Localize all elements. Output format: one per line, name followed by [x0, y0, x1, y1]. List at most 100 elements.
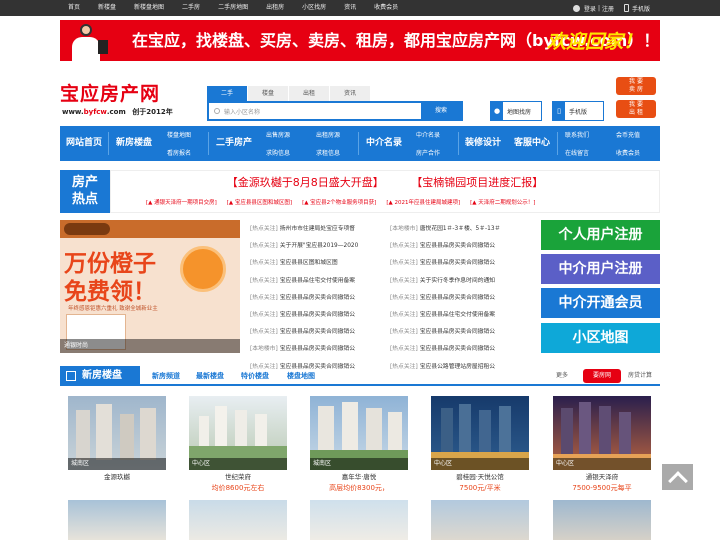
- nav-rent-listings[interactable]: 出租房源: [316, 130, 340, 139]
- nav-service[interactable]: 客服中心: [514, 126, 550, 161]
- news-tag: [热点关注]: [390, 346, 418, 353]
- listing-card[interactable]: 中心区 碧桂园·天悦公馆 7500元/平米: [431, 396, 529, 493]
- news-item[interactable]: [热点关注] 宝应县县品房买卖合同撤销公: [390, 324, 527, 341]
- listing-photo-partial[interactable]: [553, 500, 651, 540]
- hot-headline-2[interactable]: 【宝楠锦园项目进度汇报】: [411, 176, 543, 189]
- news-item[interactable]: [热点关注] 宝应县县区图和城区图: [250, 255, 387, 272]
- search-tab-newhouse[interactable]: 楼盘: [248, 86, 288, 101]
- section-tab-channel[interactable]: 新房频道: [152, 366, 180, 386]
- search-input[interactable]: 输入小区名称: [209, 103, 421, 119]
- news-item[interactable]: [热点关注] 宝应县县品住宅交付使用备案: [390, 307, 527, 324]
- site-logo[interactable]: 宝应房产网 www.byfcw.com 创于2012年: [60, 79, 195, 121]
- nav-rent-wanted[interactable]: 求租信息: [316, 148, 340, 157]
- listing-card[interactable]: 城南区 金源玖樾: [68, 396, 166, 483]
- mobile-link[interactable]: 手机版: [632, 4, 650, 13]
- register-link[interactable]: 注册: [602, 4, 614, 13]
- news-item[interactable]: [热点关注] 宝应县县品房买卖合同撤销公: [390, 290, 527, 307]
- news-item[interactable]: [本地楼市] 宝应县县品房买卖合同撤销公: [250, 341, 387, 358]
- agent-register-button[interactable]: 中介用户注册: [541, 254, 660, 284]
- nav-agent-coop[interactable]: 房产合作: [416, 148, 440, 157]
- listing-card[interactable]: 中心区 通银天泽府 7500-9500元每平: [553, 396, 651, 493]
- top-link-rent[interactable]: 出租房: [266, 0, 284, 16]
- top-link-newhouse[interactable]: 新楼盘: [98, 0, 116, 16]
- nav-home[interactable]: 网站首页: [66, 126, 102, 161]
- hot-sublink[interactable]: [▲ 宝应县2个物业服务项目获]: [302, 198, 376, 206]
- hot-sublink[interactable]: [▲ 通银天泽府一期项目交房]: [146, 198, 217, 206]
- listing-photo-partial[interactable]: [431, 500, 529, 540]
- search-button[interactable]: 搜索: [421, 103, 461, 119]
- agent-member-button[interactable]: 中介开通会员: [541, 288, 660, 318]
- nav-second-sale[interactable]: 出售房源: [266, 130, 290, 139]
- mortgage-calculator-link[interactable]: 房贷计算: [628, 366, 652, 386]
- listing-photo-partial[interactable]: [189, 500, 287, 540]
- top-link-second[interactable]: 二手房: [182, 0, 200, 16]
- news-item[interactable]: [热点关注] 宝应县县品房买卖合同撤销公: [390, 341, 527, 358]
- section-tab-map[interactable]: 楼盘地图: [287, 366, 315, 386]
- search-tab-second[interactable]: 二手: [207, 86, 247, 101]
- hot-headline-1[interactable]: 【金源玖樾于8月8日盛大开盘】: [227, 176, 384, 189]
- login-link[interactable]: 登录: [584, 4, 596, 13]
- personal-register-button[interactable]: 个人用户注册: [541, 220, 660, 250]
- mobile-version-button[interactable]: ▯ 手机版: [552, 101, 604, 121]
- news-item[interactable]: [热点关注] 宝应县县品房买卖合同撤销公: [390, 238, 527, 255]
- news-item[interactable]: [热点关注] 宝应县县品房买卖合同撤销公: [250, 324, 387, 341]
- nav-contact[interactable]: 联系我们: [565, 130, 589, 139]
- top-link-newhouse-map[interactable]: 新楼盘地图: [134, 0, 164, 16]
- search-tab-rent[interactable]: 出租: [289, 86, 329, 101]
- news-tag: [热点关注]: [250, 294, 278, 301]
- nav-newhouse-signup[interactable]: 看房报名: [167, 148, 191, 157]
- listing-photo-partial[interactable]: [68, 500, 166, 540]
- top-link-member[interactable]: 收费会员: [374, 0, 398, 16]
- nav-message[interactable]: 在线留言: [565, 148, 589, 157]
- nav-decor[interactable]: 装修设计: [465, 126, 501, 161]
- photo-building: [479, 410, 491, 452]
- news-item[interactable]: [热点关注] 宝应县县品房买卖合同撤销公: [250, 307, 387, 324]
- nav-newhouse-map[interactable]: 楼盘地图: [167, 130, 191, 139]
- top-banner[interactable]: 在宝应，找楼盘、买房、卖房、租房，都用宝应房产网（byfcw.com）！ 欢迎回…: [60, 20, 660, 61]
- search-area: 二手 楼盘 出租 资讯 输入小区名称 搜索: [207, 86, 463, 121]
- nav-second[interactable]: 二手房产: [216, 126, 252, 161]
- photo-building: [499, 406, 511, 452]
- promo-image[interactable]: 万份橙子 免费领！ 年终感恩钜惠六重礼 致谢全城新业主 通银时尚: [60, 220, 240, 353]
- hot-headlines: 【金源玖樾于8月8日盛大开盘】 【宝楠锦园项目进度汇报】: [110, 174, 660, 190]
- news-tag: [热点关注]: [390, 311, 418, 318]
- top-account: 登录 | 注册 手机版: [572, 0, 650, 16]
- section-tab-latest[interactable]: 最新楼盘: [196, 366, 224, 386]
- hot-sublink[interactable]: [▲ 宝应县县区图和城区图]: [227, 198, 292, 206]
- person-head: [80, 24, 92, 36]
- news-item[interactable]: [热点关注] 宝应县县品房买卖合同撤销公: [250, 290, 387, 307]
- nav-member[interactable]: 收费会员: [616, 148, 640, 157]
- listing-photo-partial[interactable]: [310, 500, 408, 540]
- news-item[interactable]: [热点关注] 关于开展"宝应县2019—2020: [250, 238, 387, 255]
- section-tab-special[interactable]: 特价楼盘: [241, 366, 269, 386]
- nav-newhouse[interactable]: 新房楼盘: [116, 126, 152, 161]
- nav-second-wanted[interactable]: 求购信息: [266, 148, 290, 157]
- section-more-link[interactable]: 更多: [556, 366, 568, 386]
- top-link-second-map[interactable]: 二手房地图: [218, 0, 248, 16]
- back-to-top-button[interactable]: [662, 464, 693, 490]
- search-tab-news[interactable]: 资讯: [330, 86, 370, 101]
- sell-house-button[interactable]: 我 要 卖 房: [616, 77, 656, 95]
- news-item[interactable]: [热点关注] 宝应县县品房买卖合同撤销公: [390, 255, 527, 272]
- hot-sublink[interactable]: [▲ 2021年应县住建局城建项]: [386, 198, 460, 206]
- nav-divider: [458, 132, 459, 155]
- listing-card[interactable]: 中心区 世纪荣府 均价8600元左右: [189, 396, 287, 493]
- top-link-community[interactable]: 小区找房: [302, 0, 326, 16]
- news-item[interactable]: [热点关注] 扬州市市住建局处宝应专项督: [250, 221, 387, 238]
- top-link-home[interactable]: 首页: [68, 0, 80, 16]
- nav-recharge[interactable]: 会币充值: [616, 130, 640, 139]
- top-link-news[interactable]: 资讯: [344, 0, 356, 16]
- news-item[interactable]: [热点关注] 宝应县县品住宅交付使用备案: [250, 273, 387, 290]
- map-search-button[interactable]: ● 地图找房: [490, 101, 542, 121]
- phone-icon: [623, 4, 629, 12]
- community-map-button[interactable]: 小区地图: [541, 323, 660, 353]
- news-item[interactable]: [热点关注] 关于实行冬季作息时间的通知: [390, 273, 527, 290]
- nav-agent[interactable]: 中介名录: [366, 126, 402, 161]
- section-sell-button[interactable]: 要房网: [583, 369, 621, 383]
- rent-out-button[interactable]: 我 要 出 租: [616, 100, 656, 118]
- news-item[interactable]: [本地楼市] 唐悦花园1＃-3＃楼、5＃-13＃: [390, 221, 527, 238]
- listing-card[interactable]: 城南区 嘉年华·唐悦 高层均价8300元，: [310, 396, 408, 493]
- search-icon: [214, 108, 220, 114]
- hot-sublink[interactable]: [▲ 天泽府二期规划公示！]: [470, 198, 535, 206]
- nav-agent-list[interactable]: 中介名录: [416, 130, 440, 139]
